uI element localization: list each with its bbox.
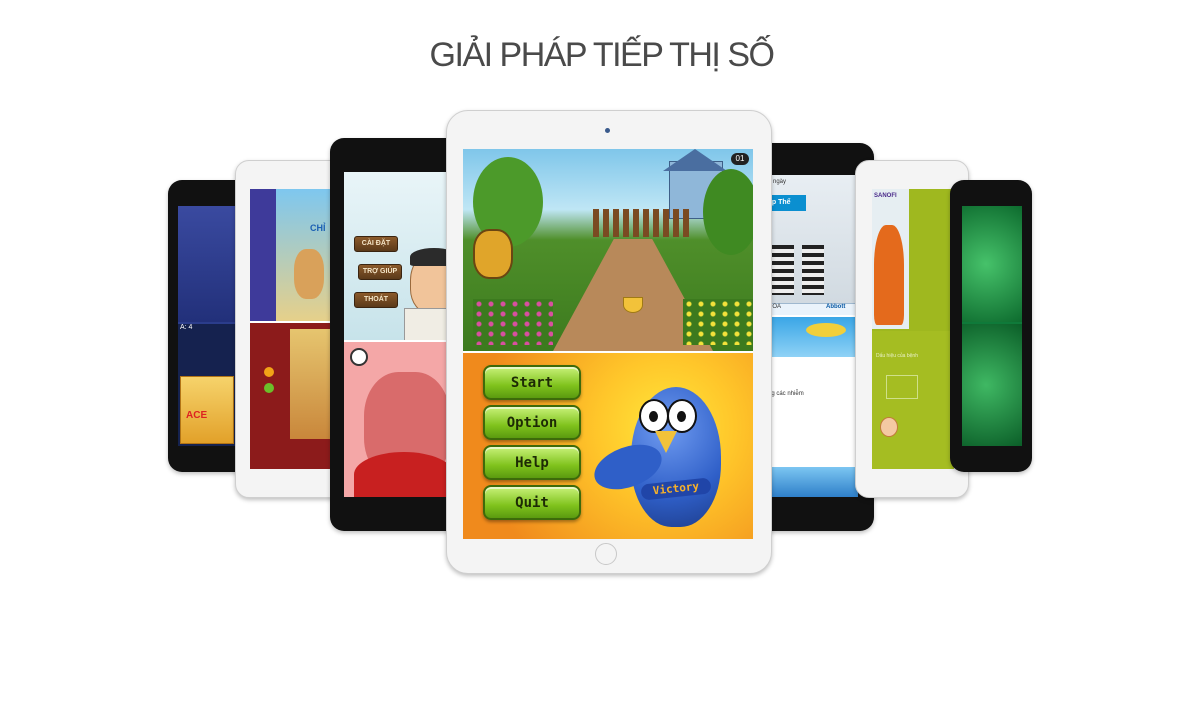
bird-mascot: Victory: [588, 357, 751, 537]
screen-top: CHỈ: [250, 189, 340, 321]
quit-button[interactable]: Quit: [483, 485, 581, 520]
tablet-screen: CHỈ: [250, 189, 340, 469]
flowers: [473, 299, 553, 345]
hay-roll: [473, 229, 513, 279]
game-menu: Start Option Help Quit Victory: [463, 353, 753, 539]
start-button[interactable]: Start: [483, 365, 581, 400]
cartoon-figure: [294, 249, 324, 299]
gold-coins: [806, 323, 846, 337]
bottom-wave: [766, 467, 858, 497]
front-camera-icon: [605, 128, 610, 133]
tablet-far-right: [950, 180, 1032, 472]
product-text: ACE: [186, 410, 208, 421]
help-button[interactable]: Help: [483, 445, 581, 480]
game-scene: 01: [463, 149, 753, 351]
brand-text: SANOFI: [874, 193, 897, 199]
sky-header: [766, 317, 858, 357]
screen-bottom: [344, 342, 460, 497]
flowers-right: [683, 299, 753, 345]
answer-box: [886, 375, 918, 399]
tablet-center: 01 Start Option Help Quit Victory: [446, 110, 772, 574]
pregnant-woman-figure: [874, 225, 904, 325]
screen-top: CÀI ĐẶT TRỢ GIÚP THOÁT: [344, 172, 460, 340]
screen-bottom: [962, 324, 1022, 446]
screen-top: SANOFI: [872, 189, 954, 329]
screen-bottom: Dấu hiệu của bệnh: [872, 331, 954, 469]
prisoner-figure: [772, 245, 794, 295]
basket-icon: [623, 297, 643, 313]
blue-panel: [250, 189, 276, 321]
bird-pupil-left: [649, 411, 658, 422]
side-text: CHỈ: [310, 223, 326, 233]
screen-bottom: ng các nhiễm: [766, 317, 858, 497]
level-badge: 01: [731, 153, 749, 165]
screen-top: 3 ngày ệp Thể ĐOA Abbott: [766, 175, 858, 315]
tree-right: [703, 169, 753, 255]
screen-top: [962, 206, 1022, 322]
menu-item-exit[interactable]: THOÁT: [354, 292, 398, 308]
bird-pupil-right: [677, 411, 686, 422]
orange-dot-icon: [264, 367, 274, 377]
page-title: GIẢI PHÁP TIẾP THỊ SỐ: [429, 36, 775, 74]
menu-item-help[interactable]: TRỢ GIÚP: [358, 264, 402, 280]
bar-right-text: Abbott: [826, 304, 846, 310]
score-text: A: 4: [180, 324, 193, 331]
baby-icon: [880, 417, 898, 437]
tablet-screen: CÀI ĐẶT TRỢ GIÚP THOÁT: [344, 172, 460, 497]
menu-item-settings[interactable]: CÀI ĐẶT: [354, 236, 398, 252]
prisoner-figure-2: [802, 245, 824, 295]
timer-icon: [350, 348, 368, 366]
option-button[interactable]: Option: [483, 405, 581, 440]
fence: [593, 209, 693, 237]
small-text: Dấu hiệu của bệnh: [876, 353, 918, 359]
tablet-screen: 01 Start Option Help Quit Victory: [463, 149, 753, 539]
home-button[interactable]: [595, 543, 617, 565]
list-text: ng các nhiễm: [768, 391, 804, 397]
house-roof: [663, 149, 727, 171]
tongue-shape: [354, 452, 454, 497]
tablet-screen: SANOFI Dấu hiệu của bệnh: [872, 189, 954, 469]
tablet-screen: [962, 206, 1022, 446]
tablet-screen: 3 ngày ệp Thể ĐOA Abbott ng các nhiễm: [766, 175, 858, 497]
screen-bottom: [250, 323, 340, 469]
green-dot-icon: [264, 383, 274, 393]
